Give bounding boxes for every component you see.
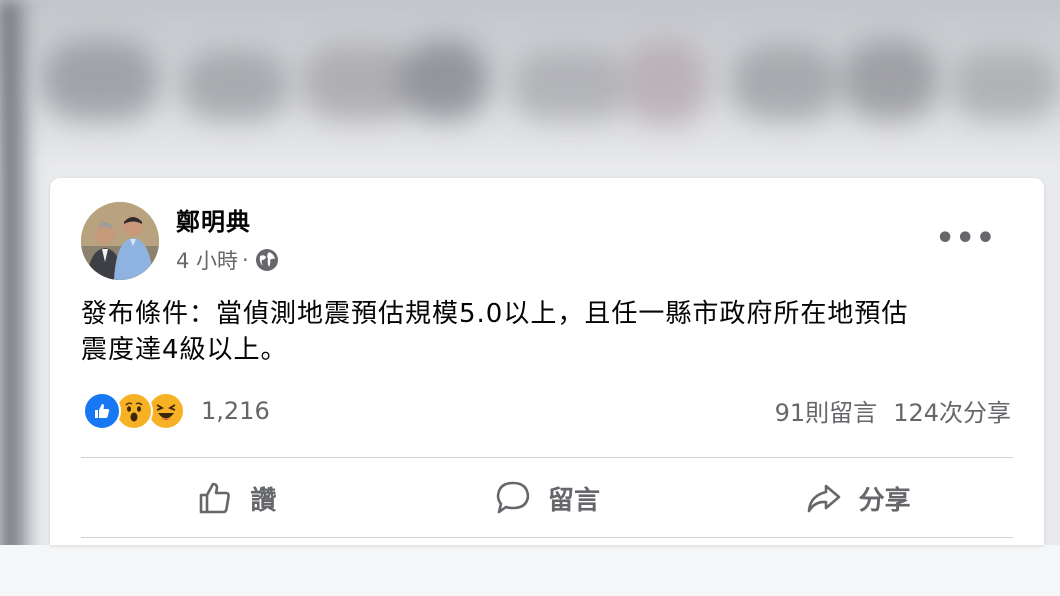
post-card: 鄭明典 4 小時 · ••• 發布條件：當偵測地震預估規模5.0以上，且任一縣市… bbox=[50, 178, 1044, 545]
post-time[interactable]: 4 小時 bbox=[176, 245, 238, 275]
blurred-shape bbox=[840, 40, 940, 120]
left-edge-shadow bbox=[0, 0, 30, 596]
bottom-band bbox=[0, 545, 1060, 596]
blurred-shape bbox=[40, 40, 160, 120]
shares-count[interactable]: 124次分享 bbox=[893, 393, 1011, 428]
blurred-shape bbox=[730, 45, 840, 120]
share-label: 分享 bbox=[858, 485, 911, 516]
post-actions: 讚 留言 分享 bbox=[81, 458, 1013, 538]
blurred-shape bbox=[950, 50, 1060, 120]
comment-label: 留言 bbox=[548, 485, 601, 516]
post-text: 發布條件：當偵測地震預估規模5.0以上，且任一縣市政府所在地預估 震度達4級以上… bbox=[81, 299, 909, 365]
like-label: 讚 bbox=[250, 485, 277, 516]
like-button[interactable]: 讚 bbox=[81, 458, 392, 538]
post-meta: 4 小時 · bbox=[176, 245, 279, 275]
meta-separator: · bbox=[242, 248, 249, 272]
blurred-shape bbox=[620, 40, 710, 125]
avatar[interactable] bbox=[81, 202, 159, 280]
more-options-icon[interactable]: ••• bbox=[935, 224, 996, 254]
like-icon bbox=[83, 392, 121, 430]
globe-icon[interactable] bbox=[255, 248, 279, 272]
comments-count[interactable]: 91則留言 bbox=[775, 393, 878, 428]
comment-button[interactable]: 留言 bbox=[392, 458, 703, 538]
reaction-count: 1,216 bbox=[201, 397, 270, 425]
blurred-shape bbox=[510, 50, 630, 120]
thumbs-up-icon bbox=[200, 482, 231, 514]
reactions-summary[interactable]: 1,216 bbox=[83, 392, 270, 430]
comment-bubble-icon bbox=[496, 481, 530, 514]
blurred-shape bbox=[180, 50, 290, 120]
post-stats: 91則留言 124次分享 bbox=[775, 393, 1011, 428]
share-arrow-icon bbox=[807, 484, 840, 513]
post-author[interactable]: 鄭明典 bbox=[176, 202, 251, 237]
avatar-photo-icon bbox=[81, 202, 159, 280]
blurred-shape bbox=[400, 40, 490, 120]
divider bbox=[81, 537, 1013, 538]
share-button[interactable]: 分享 bbox=[702, 458, 1013, 538]
